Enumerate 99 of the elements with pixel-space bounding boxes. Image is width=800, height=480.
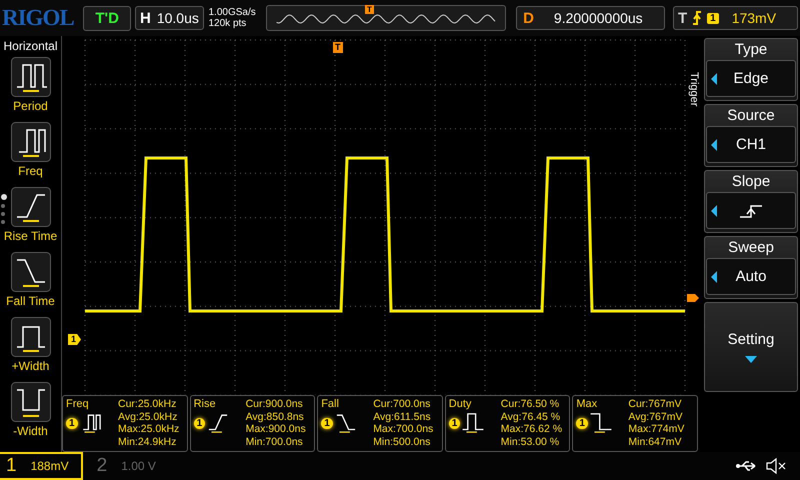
measurement-icon[interactable] bbox=[10, 252, 50, 292]
measurement-reading: Cur:76.50 % bbox=[500, 398, 560, 410]
menu-button-label: Source bbox=[727, 107, 775, 124]
delay-label: D bbox=[523, 10, 534, 26]
channel-badge: 1 bbox=[576, 418, 588, 428]
channel-tab[interactable]: 2 1.00 V bbox=[90, 454, 168, 478]
sample-rate: 1.00GSa/s bbox=[208, 7, 257, 18]
channel-scale: 1.00 V bbox=[121, 459, 156, 473]
timebase-display[interactable]: H 10.0us bbox=[134, 6, 204, 30]
menu-button-label: Setting bbox=[728, 331, 774, 348]
left-arrow-icon bbox=[711, 270, 717, 282]
measurement-reading: Cur:767mV bbox=[628, 398, 682, 410]
channel-badge: 1 bbox=[321, 418, 333, 428]
measurement-icon[interactable] bbox=[10, 57, 50, 97]
menu-value: Auto bbox=[736, 268, 766, 285]
measurement-reading: Min:53.00 % bbox=[500, 436, 560, 448]
left-arrow-icon bbox=[711, 204, 717, 216]
down-arrow-icon bbox=[745, 356, 757, 363]
left-arrow-icon bbox=[711, 72, 717, 84]
measurement-reading: Avg:25.0kHz bbox=[118, 410, 178, 423]
measurement-reading: Max:76.62 % bbox=[500, 423, 562, 436]
menu-item-label[interactable]: +Width bbox=[12, 359, 50, 373]
rising-edge-icon bbox=[739, 202, 763, 218]
measurement-reading: Cur:700.0ns bbox=[373, 398, 432, 410]
page-dot[interactable] bbox=[1, 220, 5, 224]
measurement-reading: Min:500.0ns bbox=[373, 436, 432, 448]
menu-value-field[interactable] bbox=[706, 192, 796, 229]
usb-icon bbox=[736, 460, 758, 472]
measurement-name: Duty bbox=[448, 398, 472, 410]
channel-badge: 1 bbox=[66, 418, 78, 428]
trigger-display[interactable]: T 1 173mV bbox=[672, 6, 798, 30]
channel-number: 2 bbox=[96, 455, 108, 477]
measurement-reading: Min:24.9kHz bbox=[118, 436, 178, 448]
muted-speaker-icon[interactable] bbox=[766, 458, 786, 474]
rising-edge-icon bbox=[692, 10, 702, 26]
measurement-icon[interactable] bbox=[10, 187, 50, 227]
trigger-level-marker-icon[interactable] bbox=[686, 293, 700, 303]
menu-value: CH1 bbox=[736, 136, 766, 153]
measurement-reading: Avg:767mV bbox=[628, 410, 684, 423]
menu-value-field[interactable]: Edge bbox=[706, 60, 796, 97]
timebase-label: H bbox=[140, 10, 151, 26]
trigger-position-marker: T bbox=[365, 5, 374, 14]
measurement-name: Rise bbox=[194, 398, 217, 410]
trigger-label: T bbox=[678, 10, 688, 26]
menu-button-label: Type bbox=[734, 41, 768, 58]
measurement-reading: Avg:76.45 % bbox=[500, 410, 562, 423]
left-arrow-icon bbox=[711, 138, 717, 150]
trigger-position-marker[interactable]: T bbox=[333, 42, 342, 53]
menu-button[interactable]: Setting bbox=[704, 302, 798, 392]
measurement-icon[interactable] bbox=[10, 317, 50, 357]
measurement-name: Max bbox=[576, 398, 598, 410]
menu-button[interactable]: Sweep Auto bbox=[704, 236, 798, 299]
measurement-reading: Max:774mV bbox=[628, 423, 684, 436]
menu-item-label[interactable]: -Width bbox=[13, 424, 48, 438]
measurement-reading: Avg:850.8ns bbox=[246, 410, 305, 423]
run-state-indicator[interactable]: T'D bbox=[83, 6, 131, 30]
menu-button-label: Slope bbox=[732, 173, 770, 190]
page-dot[interactable] bbox=[1, 194, 7, 200]
measurement-icon[interactable] bbox=[10, 122, 50, 162]
menu-button[interactable]: Type Edge bbox=[704, 38, 798, 101]
menu-title: Horizontal bbox=[3, 39, 58, 53]
menu-item-label[interactable]: Period bbox=[13, 99, 48, 113]
measurement-reading: Cur:25.0kHz bbox=[118, 398, 178, 410]
page-dot[interactable] bbox=[1, 204, 5, 208]
channel-scale: 188mV bbox=[30, 459, 69, 473]
measurement-reading: Max:700.0ns bbox=[373, 423, 434, 436]
trigger-channel-badge: 1 bbox=[707, 12, 719, 24]
menu-value: Edge bbox=[733, 70, 769, 87]
channel-tab[interactable]: 1 188mV bbox=[0, 452, 83, 480]
channel-offset-marker[interactable]: 1 bbox=[68, 334, 82, 345]
channel-number: 1 bbox=[6, 455, 17, 477]
measurement-reading: Cur:900.0ns bbox=[246, 398, 304, 410]
measurement-reading: Max:900.0ns bbox=[246, 423, 306, 436]
menu-button-label: Sweep bbox=[728, 239, 774, 256]
channel-badge: 1 bbox=[448, 418, 460, 428]
menu-button[interactable]: Source CH1 bbox=[704, 104, 798, 167]
menu-side-label: Trigger bbox=[688, 72, 700, 106]
measurement-icon[interactable] bbox=[10, 382, 50, 422]
menu-value-field[interactable]: CH1 bbox=[706, 126, 796, 163]
trigger-level: 173mV bbox=[732, 10, 776, 26]
channel-badge: 1 bbox=[194, 418, 206, 428]
delay-value: 9.20000000us bbox=[554, 10, 643, 26]
measurement-reading: Min:647mV bbox=[628, 436, 682, 448]
measurement-reading: Min:700.0ns bbox=[246, 436, 304, 448]
menu-item-label[interactable]: Rise Time bbox=[4, 229, 58, 243]
measurement-name: Fall bbox=[321, 398, 340, 410]
brand-logo: RIGOL bbox=[2, 5, 75, 31]
menu-button[interactable]: Slope bbox=[704, 170, 798, 233]
page-dot[interactable] bbox=[1, 212, 5, 216]
delay-display[interactable]: D 9.20000000us bbox=[516, 6, 665, 30]
measurement-name: Freq bbox=[66, 398, 90, 410]
waveform-overview[interactable]: T bbox=[266, 5, 506, 31]
menu-item-label[interactable]: Freq bbox=[18, 164, 43, 178]
menu-item-label[interactable]: Fall Time bbox=[6, 294, 55, 308]
menu-value-field[interactable]: Auto bbox=[706, 258, 796, 295]
timebase-value: 10.0us bbox=[156, 10, 199, 26]
measurement-reading: Max:25.0kHz bbox=[118, 423, 180, 436]
memory-depth: 120k pts bbox=[208, 18, 248, 29]
measurement-reading: Avg:611.5ns bbox=[373, 410, 432, 423]
